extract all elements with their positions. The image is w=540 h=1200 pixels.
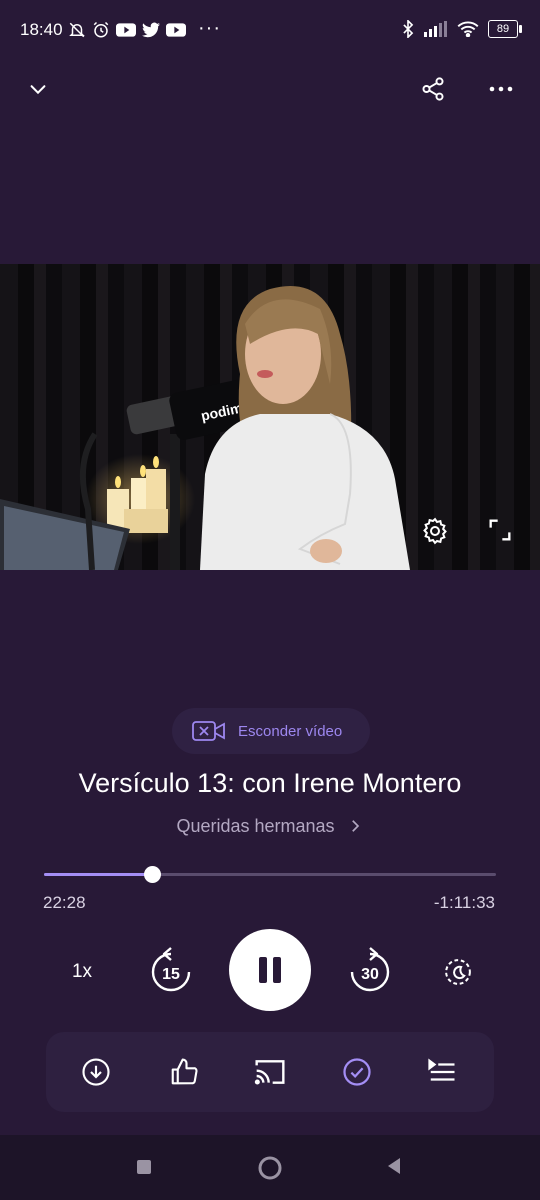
status-time: 18:40 — [20, 20, 63, 39]
alarm-icon — [93, 21, 109, 38]
elapsed-time: 22:28 — [43, 893, 86, 912]
status-system-icons: 89 — [401, 20, 522, 38]
remaining-time: -1:11:33 — [433, 893, 495, 912]
cast-button[interactable] — [248, 1050, 292, 1094]
share-icon — [422, 77, 444, 101]
more-options-button[interactable] — [479, 67, 523, 111]
show-name: Queridas hermanas — [176, 815, 335, 836]
status-notification-icons — [68, 21, 186, 39]
twitter-icon — [142, 22, 160, 38]
chevron-down-icon — [30, 85, 46, 95]
pause-button[interactable] — [229, 929, 311, 1011]
fullscreen-button[interactable] — [486, 516, 518, 548]
video-player[interactable]: podimo — [0, 264, 540, 570]
mark-played-button[interactable] — [335, 1050, 379, 1094]
sleep-timer-icon — [445, 959, 471, 985]
queue-button[interactable] — [420, 1050, 464, 1094]
chevron-right-icon — [351, 820, 359, 833]
status-more-dots: ··· — [198, 17, 221, 39]
download-icon — [82, 1058, 110, 1086]
signal-icon — [424, 21, 447, 37]
download-button[interactable] — [74, 1050, 118, 1094]
show-link[interactable]: Queridas hermanas — [0, 815, 540, 837]
home-button[interactable] — [256, 1154, 284, 1182]
playback-speed-button[interactable]: 1x — [56, 950, 108, 994]
rewind-seconds: 15 — [162, 966, 180, 983]
collapse-player-button[interactable] — [16, 67, 60, 111]
square-icon — [137, 1160, 151, 1174]
triangle-back-icon — [388, 1158, 400, 1174]
sleep-timer-button[interactable] — [436, 950, 480, 994]
thumbs-up-icon — [171, 1058, 198, 1085]
gear-icon — [423, 517, 447, 545]
bell-off-icon — [69, 22, 85, 38]
video-settings-button[interactable] — [420, 516, 452, 548]
bluetooth-icon — [403, 20, 414, 38]
forward-seconds: 30 — [361, 966, 379, 983]
youtube-icon — [166, 23, 186, 37]
rewind-icon: 15 — [151, 947, 191, 992]
hide-video-label: Esconder vídeo — [238, 722, 343, 740]
progress-fill — [44, 873, 153, 876]
share-button[interactable] — [411, 67, 455, 111]
pause-icon — [259, 957, 281, 983]
like-button[interactable] — [162, 1050, 206, 1094]
forward-icon: 30 — [350, 947, 390, 992]
video-off-icon — [192, 721, 225, 741]
progress-thumb[interactable] — [143, 866, 161, 883]
youtube-icon — [116, 23, 136, 37]
fullscreen-icon — [489, 519, 511, 541]
episode-title: Versículo 13: con Irene Montero — [78, 768, 462, 798]
video-frame: podimo — [0, 286, 410, 570]
wifi-icon — [457, 21, 479, 37]
hide-video-button[interactable]: Esconder vídeo — [172, 708, 370, 754]
queue-icon — [428, 1058, 455, 1081]
back-button[interactable] — [384, 1156, 406, 1178]
recents-button[interactable] — [133, 1156, 155, 1178]
circle-home-icon — [258, 1156, 282, 1180]
rewind-button[interactable]: 15 — [148, 946, 194, 994]
battery-indicator: 89 — [488, 20, 522, 38]
cast-icon — [254, 1060, 285, 1085]
more-horizontal-icon — [489, 86, 513, 92]
check-icon — [343, 1058, 371, 1086]
forward-button[interactable]: 30 — [347, 946, 393, 994]
